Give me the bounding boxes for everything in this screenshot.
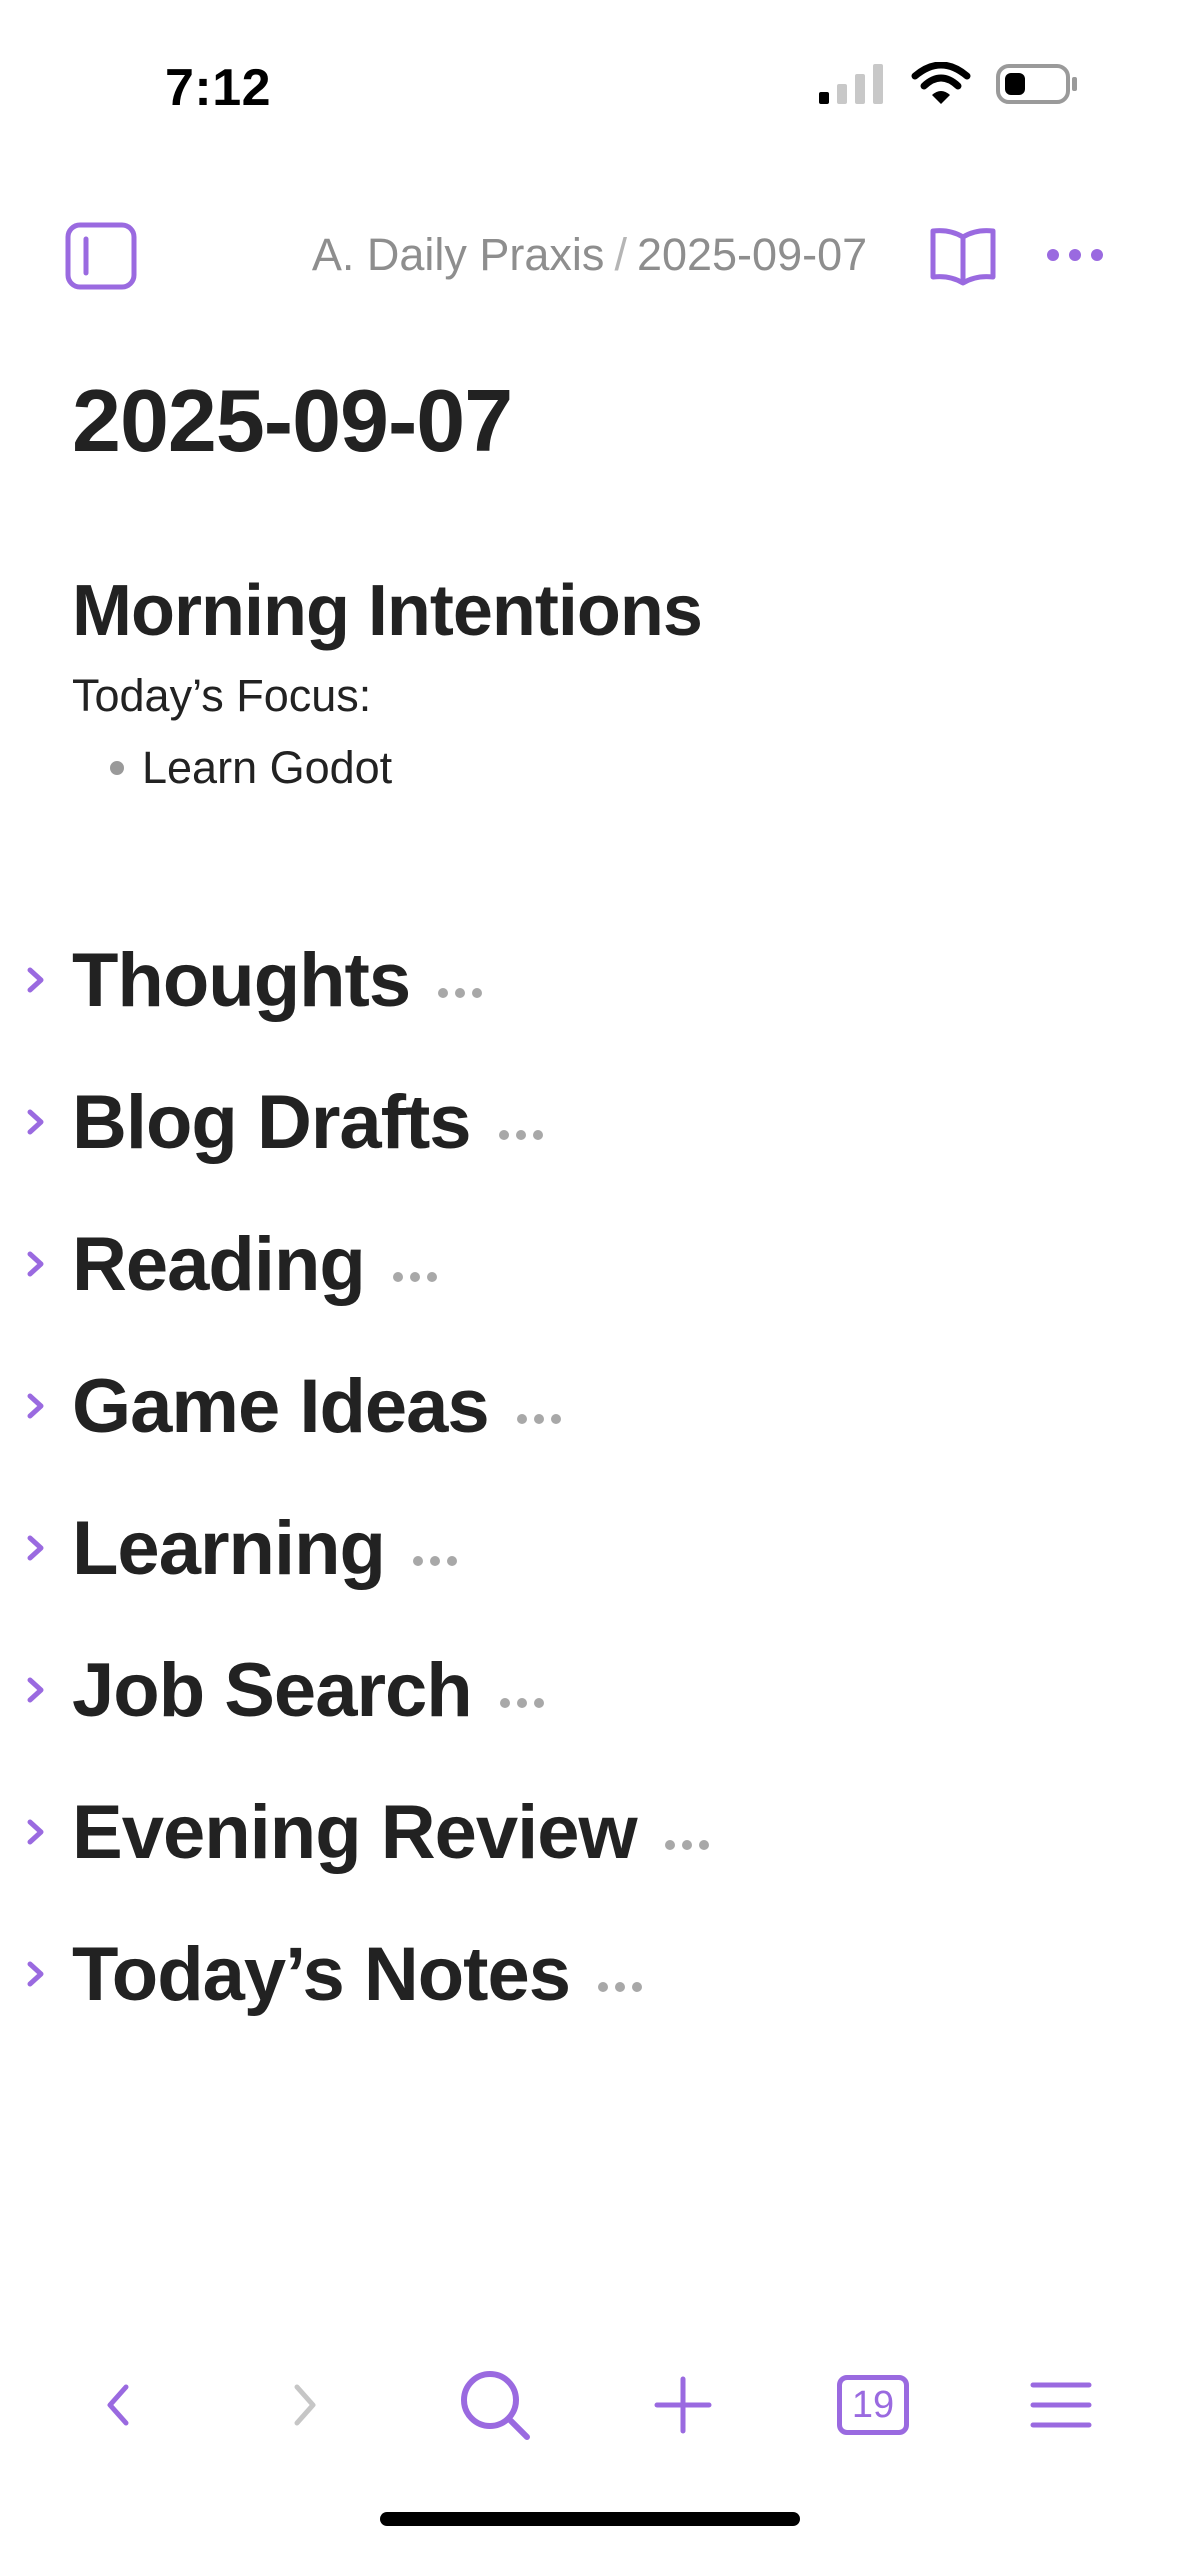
- daily-note-button[interactable]: 19: [828, 2360, 918, 2450]
- more-options-button[interactable]: [1044, 235, 1106, 275]
- collapsed-heading-job-search[interactable]: Job Search: [0, 1642, 544, 1738]
- folded-content-indicator[interactable]: [664, 1840, 709, 1850]
- menu-button[interactable]: [1016, 2360, 1106, 2450]
- collapsed-heading-evening-review[interactable]: Evening Review: [0, 1784, 709, 1880]
- book-open-icon: [930, 228, 996, 286]
- folded-content-indicator[interactable]: [412, 1556, 457, 1566]
- chevron-left-icon: [107, 2384, 129, 2426]
- focus-label[interactable]: Today’s Focus:: [72, 670, 371, 722]
- heading-text: Game Ideas: [72, 1363, 490, 1449]
- collapsed-heading-game-ideas[interactable]: Game Ideas: [0, 1358, 561, 1454]
- heading-text: Blog Drafts: [72, 1079, 472, 1165]
- fold-toggle[interactable]: [0, 1216, 72, 1312]
- chevron-right-icon: [27, 1677, 44, 1703]
- fold-toggle[interactable]: [0, 1074, 72, 1170]
- collapsed-heading-blog-drafts[interactable]: Blog Drafts: [0, 1074, 543, 1170]
- morning-intentions-heading[interactable]: Morning Intentions: [72, 570, 703, 652]
- fold-toggle[interactable]: [0, 1500, 72, 1596]
- list-item[interactable]: Learn Godot: [110, 742, 392, 794]
- status-time: 7:12: [165, 59, 272, 117]
- folded-content-indicator[interactable]: [598, 1982, 642, 1992]
- folded-content-indicator[interactable]: [438, 988, 483, 998]
- sidebar-toggle-icon: [65, 222, 137, 290]
- top-bar: A. Daily Praxis/2025-09-07: [0, 215, 1179, 305]
- screen: 7:12 A. Daily Praxis/2025-09-07 2025-09-…: [0, 0, 1179, 2556]
- collapsed-heading-reading[interactable]: Reading: [0, 1216, 437, 1312]
- list-item-text: Learn Godot: [142, 742, 393, 793]
- bottom-toolbar: 19: [0, 2360, 1179, 2450]
- fold-toggle[interactable]: [0, 1642, 72, 1738]
- cellular-signal-icon: [819, 64, 883, 104]
- collapsed-heading-learning[interactable]: Learning: [0, 1500, 457, 1596]
- status-icons: [817, 62, 1079, 106]
- collapsed-heading-thoughts[interactable]: Thoughts: [0, 932, 483, 1028]
- fold-toggle[interactable]: [0, 932, 72, 1028]
- fold-toggle[interactable]: [0, 1784, 72, 1880]
- reader-mode-button[interactable]: [928, 221, 998, 291]
- folded-content-indicator[interactable]: [516, 1414, 561, 1424]
- breadcrumb-current[interactable]: 2025-09-07: [637, 229, 867, 280]
- search-icon: [461, 2371, 530, 2440]
- calendar-day: 19: [851, 2383, 895, 2426]
- heading-text: Thoughts: [72, 937, 411, 1023]
- folded-content-indicator[interactable]: [392, 1272, 437, 1282]
- fold-toggle[interactable]: [0, 1926, 72, 2022]
- heading-text: Learning: [72, 1505, 386, 1591]
- chevron-right-icon: [27, 1393, 44, 1419]
- collapsed-heading-todays-notes[interactable]: Today’s Notes: [0, 1926, 642, 2022]
- chevron-right-icon: [27, 1109, 44, 1135]
- chevron-right-icon: [27, 1961, 44, 1987]
- page-title[interactable]: 2025-09-07: [72, 370, 513, 472]
- new-note-button[interactable]: [638, 2360, 728, 2450]
- chevron-right-icon: [27, 1251, 44, 1277]
- breadcrumb-separator: /: [614, 229, 627, 280]
- chevron-right-icon: [27, 1819, 44, 1845]
- heading-text: Evening Review: [72, 1789, 638, 1875]
- chevron-right-icon: [294, 2384, 316, 2426]
- navigate-forward-button[interactable]: [260, 2360, 350, 2450]
- navigate-back-button[interactable]: [73, 2360, 163, 2450]
- heading-text: Job Search: [72, 1647, 473, 1733]
- ellipsis-icon: [1047, 249, 1103, 261]
- search-button[interactable]: [450, 2360, 540, 2450]
- breadcrumb: A. Daily Praxis/2025-09-07: [0, 229, 1179, 281]
- heading-text: Today’s Notes: [72, 1931, 571, 2017]
- battery-icon: [996, 64, 1077, 104]
- chevron-right-icon: [27, 1535, 44, 1561]
- fold-toggle[interactable]: [0, 1358, 72, 1454]
- sidebar-toggle-button[interactable]: [64, 221, 138, 291]
- hamburger-menu-icon: [1030, 2382, 1092, 2428]
- plus-icon: [654, 2376, 712, 2434]
- wifi-icon: [911, 62, 971, 104]
- heading-text: Reading: [72, 1221, 366, 1307]
- home-indicator[interactable]: [380, 2512, 800, 2526]
- bullet-dot: [110, 761, 124, 775]
- chevron-right-icon: [27, 967, 44, 993]
- calendar-icon: 19: [837, 2375, 909, 2435]
- folded-content-indicator[interactable]: [499, 1698, 544, 1708]
- breadcrumb-parent[interactable]: A. Daily Praxis: [312, 229, 605, 280]
- folded-content-indicator[interactable]: [498, 1130, 543, 1140]
